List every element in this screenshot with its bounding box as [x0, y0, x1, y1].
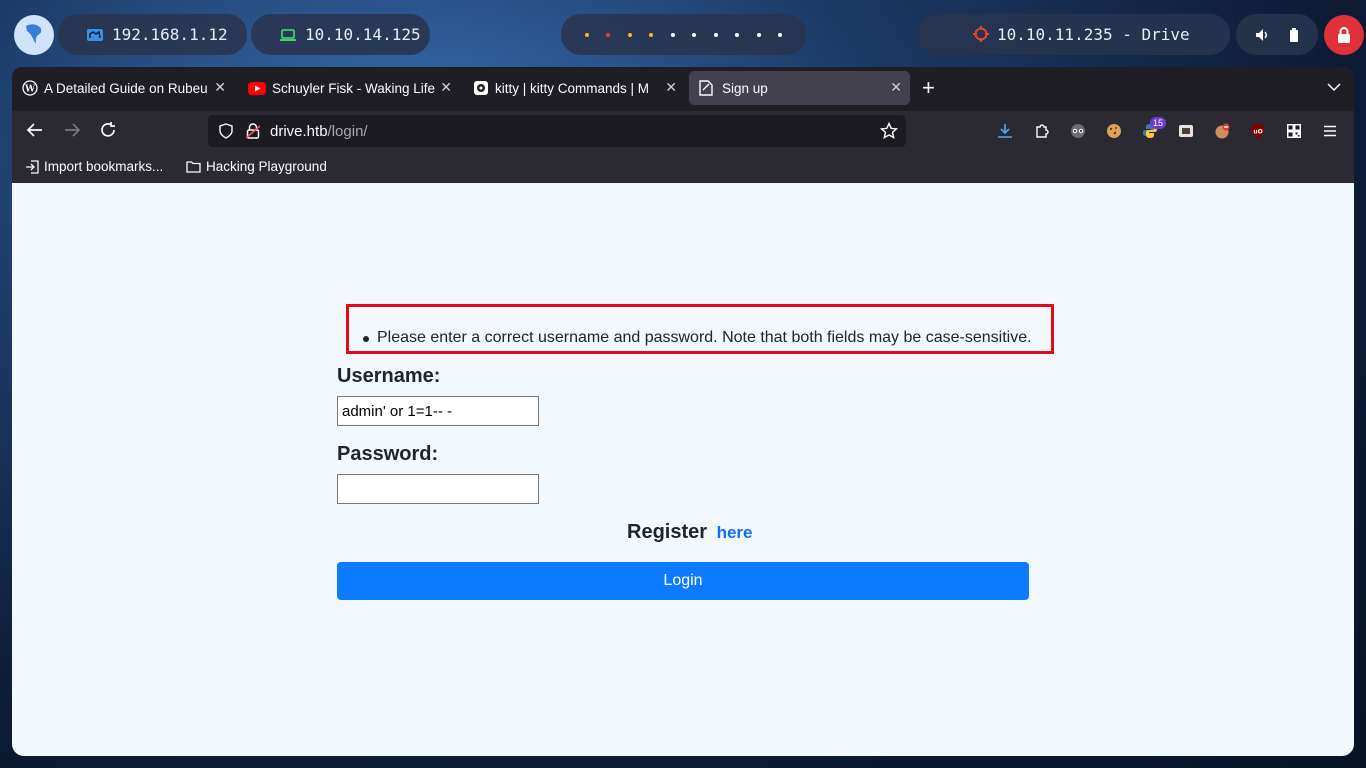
wordpress-icon: W — [22, 80, 38, 96]
back-arrow-icon[interactable] — [26, 121, 44, 139]
error-message: Please enter a correct username and pass… — [377, 329, 1032, 346]
crosshair-icon — [973, 26, 989, 42]
local-ip-text: 192.168.1.12 — [112, 25, 228, 44]
target-widget[interactable]: 10.10.11.235 - Drive — [917, 14, 1230, 55]
url-host: drive.htb — [270, 123, 328, 140]
workspace-dot[interactable] — [756, 32, 761, 37]
workspace-dot[interactable] — [692, 32, 697, 37]
svg-text:W: W — [24, 85, 36, 95]
kitty-icon — [474, 81, 488, 95]
tab-sign-up[interactable]: Sign up ✕ — [689, 71, 910, 105]
battery-icon[interactable] — [1289, 27, 1299, 42]
network-icon — [87, 28, 103, 41]
qr-code-icon[interactable] — [1286, 123, 1302, 139]
cookie-icon[interactable] — [1106, 123, 1122, 139]
reload-icon[interactable] — [99, 121, 117, 139]
password-label: Password: — [337, 443, 439, 465]
workspace-indicator[interactable] — [561, 14, 806, 55]
shield-icon[interactable] — [218, 123, 234, 139]
page-icon — [699, 80, 713, 96]
bookmark-folder-hacking-playground[interactable]: Hacking Playground — [186, 159, 327, 174]
system-tray[interactable] — [1236, 14, 1318, 55]
password-input[interactable] — [337, 474, 539, 504]
workspace-dot[interactable] — [778, 32, 783, 37]
insecure-lock-icon[interactable] — [246, 123, 260, 139]
import-icon — [26, 159, 39, 174]
workspace-dot[interactable] — [735, 32, 740, 37]
tab-kitty[interactable]: kitty | kitty Commands | M ✕ — [463, 71, 685, 105]
username-label: Username: — [337, 365, 441, 387]
local-ip-widget[interactable]: 192.168.1.12 — [58, 14, 247, 55]
ublock-origin-icon[interactable]: uO — [1250, 123, 1266, 139]
tab-title: Sign up — [722, 80, 768, 96]
proxy-extension-icon[interactable] — [1178, 123, 1194, 139]
forward-arrow-icon[interactable] — [63, 121, 81, 139]
extension-badge: 15 — [1150, 117, 1167, 129]
workspace-dot[interactable] — [584, 32, 589, 37]
tab-title: A Detailed Guide on Rubeus — [44, 80, 207, 96]
login-button[interactable]: Login — [337, 562, 1029, 600]
lock-icon — [1338, 27, 1350, 43]
python-extension-button[interactable]: 15 — [1140, 117, 1167, 143]
hamburger-menu-icon[interactable] — [1322, 123, 1338, 139]
tab-title: Schuyler Fisk - Waking Life — [272, 80, 435, 96]
browser-window: W A Detailed Guide on Rubeus ✕ Schuyler … — [12, 67, 1354, 756]
tab-list-chevron-icon[interactable] — [1326, 79, 1342, 95]
close-tab-icon[interactable]: ✕ — [214, 79, 226, 96]
workspace-dot[interactable] — [670, 32, 675, 37]
url-bar[interactable]: drive.htb/login/ — [208, 115, 906, 147]
extensions-puzzle-icon[interactable] — [1034, 123, 1050, 139]
url-text[interactable]: drive.htb/login/ — [270, 123, 368, 140]
close-tab-icon[interactable]: ✕ — [440, 79, 452, 96]
new-tab-icon[interactable]: + — [922, 77, 935, 99]
error-message-box: Please enter a correct username and pass… — [346, 304, 1054, 354]
target-text: 10.10.11.235 - Drive — [997, 25, 1190, 44]
tab-youtube[interactable]: Schuyler Fisk - Waking Life ✕ — [238, 71, 460, 105]
workspace-dot[interactable] — [627, 32, 632, 37]
lock-screen-button[interactable] — [1324, 15, 1364, 55]
url-path: /login/ — [327, 123, 368, 140]
workspace-dot[interactable] — [713, 32, 718, 37]
close-tab-icon[interactable]: ✕ — [890, 79, 902, 96]
bookmark-import[interactable]: Import bookmarks... — [25, 159, 163, 174]
bookmarks-toolbar: Import bookmarks... Hacking Playground — [12, 151, 1354, 183]
tab-title: kitty | kitty Commands | M — [495, 80, 650, 96]
bookmark-star-icon[interactable] — [880, 122, 898, 140]
tab-rubeus-guide[interactable]: W A Detailed Guide on Rubeus ✕ — [12, 71, 234, 105]
spy-extension-icon[interactable] — [1070, 123, 1086, 139]
noscript-extension-icon[interactable] — [1214, 123, 1230, 139]
register-here-link[interactable]: here — [717, 523, 753, 542]
bullet — [363, 336, 369, 342]
register-text: Register — [627, 521, 708, 543]
register-prompt: Register here — [627, 521, 753, 544]
navigation-toolbar: drive.htb/login/ 15 uO — [12, 111, 1354, 151]
tab-bar: W A Detailed Guide on Rubeus ✕ Schuyler … — [12, 67, 1354, 111]
bookmark-label: Import bookmarks... — [44, 159, 164, 174]
workspace-dot[interactable] — [649, 32, 654, 37]
vpn-ip-widget[interactable]: 10.10.14.125 — [251, 14, 430, 55]
laptop-icon — [280, 28, 296, 41]
vpn-ip-text: 10.10.14.125 — [305, 25, 421, 44]
parrot-logo-icon — [26, 24, 42, 44]
download-icon[interactable] — [997, 123, 1013, 139]
page-content: Please enter a correct username and pass… — [12, 183, 1354, 756]
error-list-item: Please enter a correct username and pass… — [363, 329, 1032, 347]
distro-logo-button[interactable] — [14, 15, 54, 55]
workspace-dot[interactable] — [606, 32, 611, 37]
volume-icon[interactable] — [1255, 28, 1269, 42]
folder-icon — [186, 161, 201, 173]
svg-text:uO: uO — [1253, 129, 1262, 136]
bookmark-label: Hacking Playground — [206, 159, 327, 174]
username-input[interactable] — [337, 396, 539, 426]
close-tab-icon[interactable]: ✕ — [665, 79, 677, 96]
youtube-icon — [248, 81, 266, 95]
